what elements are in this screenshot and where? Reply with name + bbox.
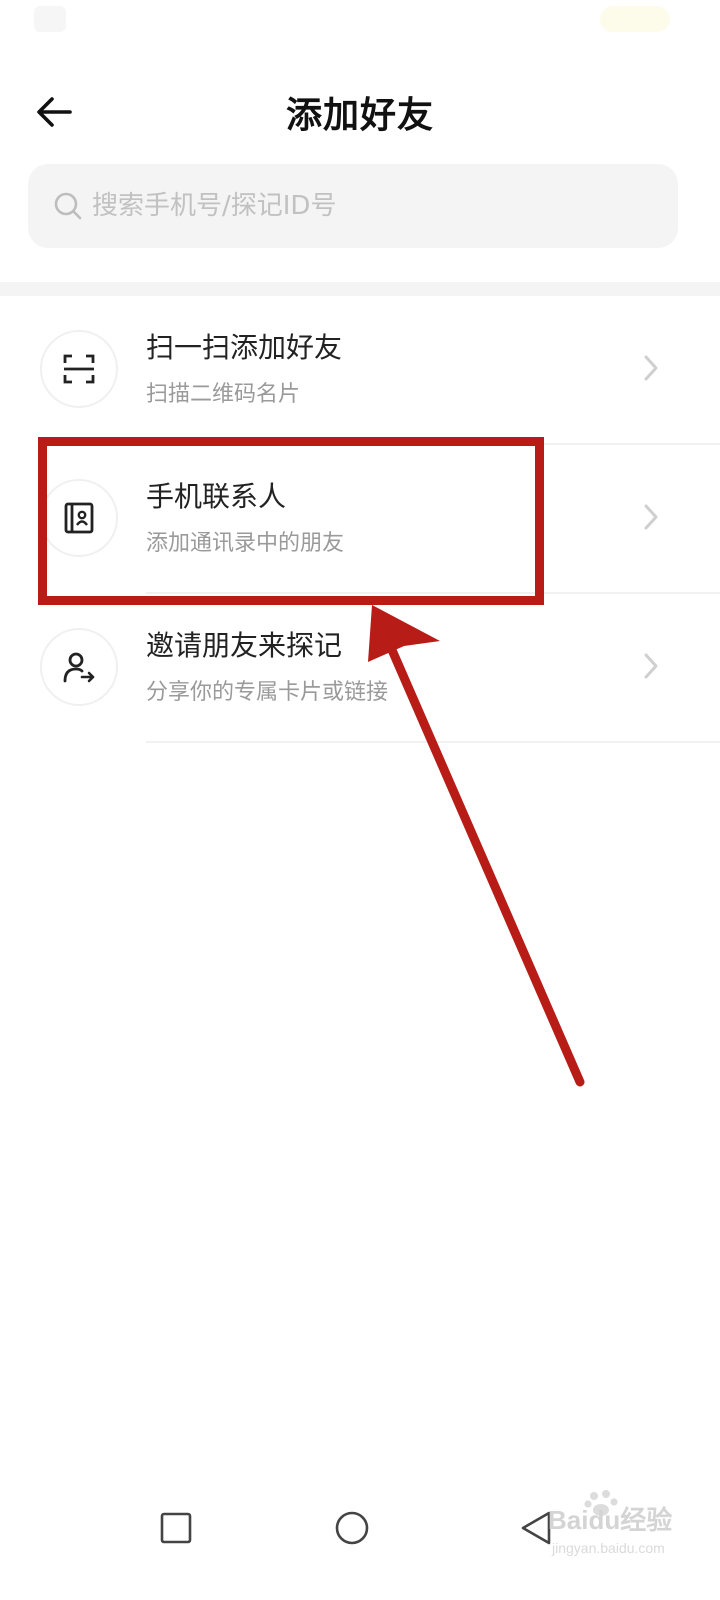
section-divider <box>0 282 720 296</box>
home-button[interactable] <box>322 1498 382 1558</box>
item-title: 扫一扫添加好友 <box>146 331 343 364</box>
add-friend-options: 扫一扫添加好友 扫描二维码名片 手机联系人 添加通讯录中的朋友 邀请朋友来探记 … <box>0 296 720 743</box>
phone-contacts-item[interactable]: 手机联系人 添加通讯录中的朋友 <box>0 445 720 594</box>
scan-icon-circle <box>40 330 118 408</box>
triangle-back-icon <box>521 1511 551 1545</box>
status-bar <box>0 0 720 56</box>
item-title: 邀请朋友来探记 <box>146 629 343 662</box>
system-nav-bar <box>0 1480 720 1576</box>
chevron-right-icon <box>638 501 664 533</box>
scan-icon <box>63 354 95 384</box>
page-title: 添加好友 <box>285 95 434 136</box>
search-icon <box>52 190 84 222</box>
scan-add-friend-item[interactable]: 扫一扫添加好友 扫描二维码名片 <box>0 296 720 445</box>
status-right-blob <box>600 6 670 32</box>
invite-friends-item[interactable]: 邀请朋友来探记 分享你的专属卡片或链接 <box>0 594 720 743</box>
contact-book-icon <box>64 502 94 534</box>
item-subtitle: 扫描二维码名片 <box>146 382 301 407</box>
item-subtitle: 添加通讯录中的朋友 <box>146 531 345 556</box>
back-nav-button[interactable] <box>506 1498 566 1558</box>
header: 添加好友 <box>0 70 720 154</box>
user-share-icon <box>63 652 95 683</box>
chevron-right-icon <box>638 650 664 682</box>
status-left-blob <box>34 6 66 32</box>
chevron-right-icon <box>638 352 664 384</box>
item-subtitle: 分享你的专属卡片或链接 <box>146 680 389 705</box>
recent-apps-button[interactable] <box>146 1498 206 1558</box>
item-divider <box>146 741 720 743</box>
search-input[interactable] <box>92 191 632 221</box>
search-bar[interactable] <box>28 164 678 248</box>
square-icon <box>160 1512 192 1544</box>
circle-icon <box>335 1511 369 1545</box>
item-title: 手机联系人 <box>146 480 287 513</box>
contact-icon-circle <box>40 479 118 557</box>
invite-icon-circle <box>40 628 118 706</box>
